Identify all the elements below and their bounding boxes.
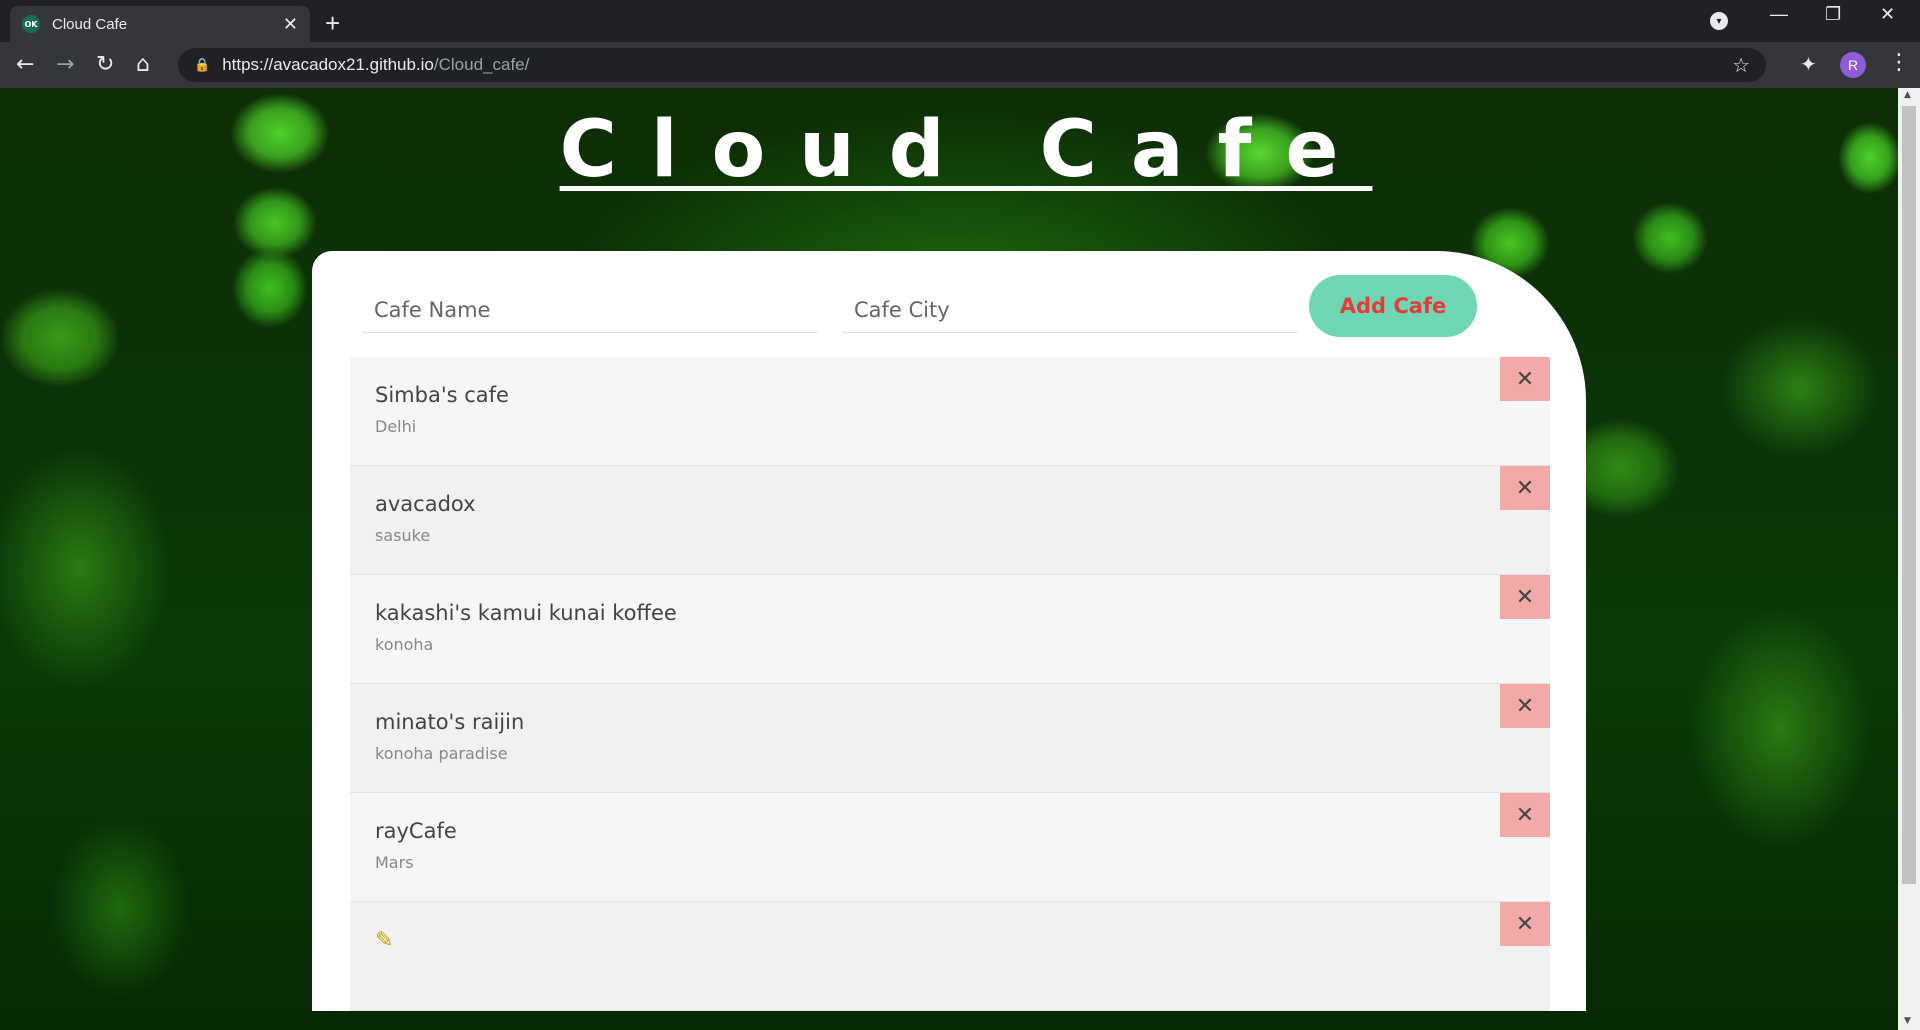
- list-item: kakashi's kamui kunai koffee konoha ✕: [350, 575, 1550, 684]
- url-path: /Cloud_cafe/: [433, 55, 530, 74]
- new-tab-icon[interactable]: +: [325, 8, 340, 39]
- browser-toolbar: ← → ↻ ⌂ 🔒 https://avacadox21.github.io/C…: [0, 42, 1920, 88]
- window-close-icon[interactable]: ✕: [1880, 4, 1895, 25]
- favicon-icon: OK: [22, 15, 40, 33]
- list-item: avacadox sasuke ✕: [350, 466, 1550, 575]
- delete-icon[interactable]: ✕: [1500, 902, 1550, 946]
- cafe-city: Mars: [375, 853, 414, 872]
- profile-avatar[interactable]: R: [1840, 52, 1866, 78]
- list-item: minato's raijin konoha paradise ✕: [350, 684, 1550, 793]
- cafe-city: konoha paradise: [375, 744, 508, 763]
- browser-menu-icon[interactable]: ⋮: [1888, 50, 1910, 75]
- cafe-list: Simba's cafe Delhi ✕ avacadox sasuke ✕ k…: [350, 357, 1550, 1011]
- tab-search-icon[interactable]: ▾: [1710, 12, 1728, 30]
- add-cafe-button[interactable]: Add Cafe: [1309, 275, 1477, 337]
- address-bar[interactable]: 🔒 https://avacadox21.github.io/Cloud_caf…: [178, 48, 1766, 82]
- back-icon[interactable]: ←: [16, 52, 34, 77]
- delete-icon[interactable]: ✕: [1500, 357, 1550, 401]
- page-scrollbar[interactable]: ▲ ▼: [1898, 88, 1920, 1030]
- pencil-icon: ✎: [375, 928, 394, 953]
- tab-strip: OK Cloud Cafe ✕ + ▾ — ❐ ✕: [0, 0, 1920, 42]
- bookmark-star-icon[interactable]: ☆: [1732, 53, 1750, 77]
- list-item: ✎ ✕: [350, 902, 1550, 1011]
- minimize-icon[interactable]: —: [1770, 4, 1788, 25]
- list-item: Simba's cafe Delhi ✕: [350, 357, 1550, 466]
- scroll-up-icon[interactable]: ▲: [1904, 90, 1911, 100]
- cafe-name: kakashi's kamui kunai koffee: [375, 601, 677, 625]
- delete-icon[interactable]: ✕: [1500, 466, 1550, 510]
- lock-icon[interactable]: 🔒: [194, 58, 210, 73]
- cafe-city-input[interactable]: [842, 277, 1298, 333]
- cafe-name: minato's raijin: [375, 710, 525, 734]
- scroll-down-icon[interactable]: ▼: [1904, 1016, 1911, 1026]
- list-item: rayCafe Mars ✕: [350, 793, 1550, 902]
- extensions-icon[interactable]: ✦: [1800, 52, 1817, 76]
- delete-icon[interactable]: ✕: [1500, 684, 1550, 728]
- delete-icon[interactable]: ✕: [1500, 793, 1550, 837]
- cafe-city: Delhi: [375, 417, 417, 436]
- scroll-thumb[interactable]: [1902, 106, 1916, 884]
- close-tab-icon[interactable]: ✕: [283, 14, 298, 35]
- cafe-name: rayCafe: [375, 819, 457, 843]
- cafe-city: sasuke: [375, 526, 431, 545]
- reload-icon[interactable]: ↻: [96, 52, 114, 77]
- cafe-name-input[interactable]: [362, 277, 818, 333]
- cafe-city: konoha: [375, 635, 434, 654]
- home-icon[interactable]: ⌂: [136, 52, 150, 77]
- page-title: Cloud Cafe: [559, 105, 1373, 195]
- cafe-name: ✎: [375, 928, 1525, 953]
- browser-tab[interactable]: OK Cloud Cafe ✕: [10, 6, 310, 42]
- cafe-name: avacadox: [375, 492, 476, 516]
- restore-icon[interactable]: ❐: [1825, 4, 1841, 25]
- delete-icon[interactable]: ✕: [1500, 575, 1550, 619]
- forward-icon[interactable]: →: [56, 52, 74, 77]
- url-host: https://avacadox21.github.io: [222, 55, 434, 74]
- cafe-name: Simba's cafe: [375, 383, 509, 407]
- tab-title: Cloud Cafe: [52, 15, 128, 33]
